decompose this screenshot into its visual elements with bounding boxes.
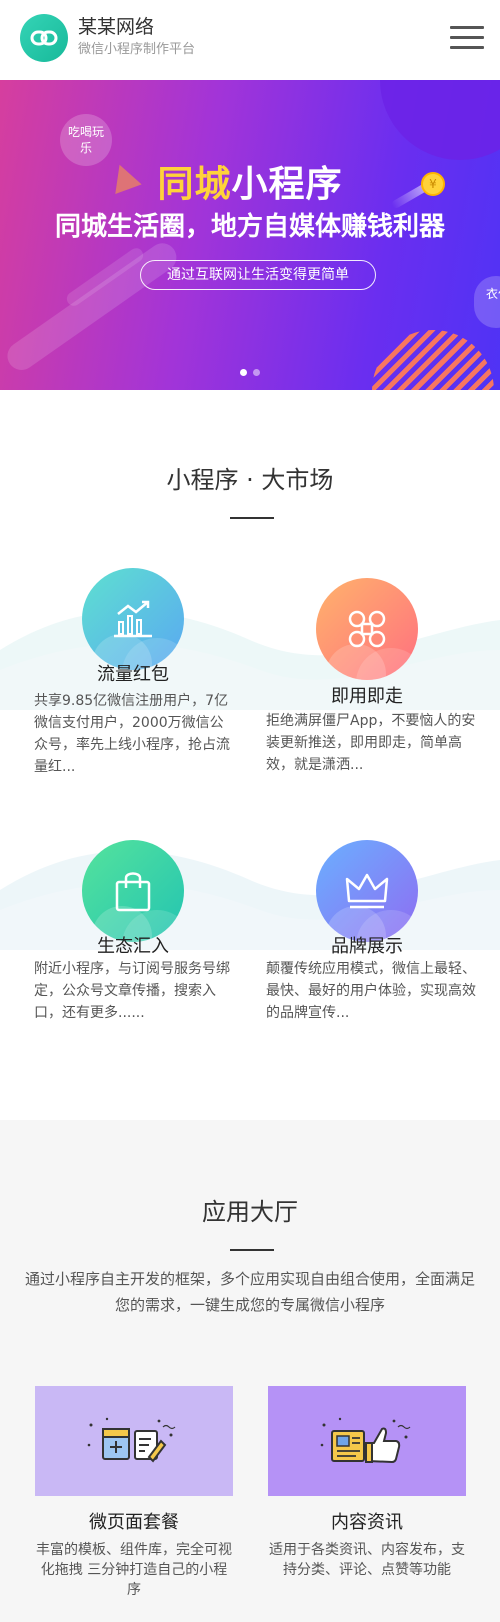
- section-title: 小程序 · 大市场: [166, 466, 334, 494]
- chart-growth-icon: [114, 600, 152, 638]
- site-header: 某某网络 微信小程序制作平台: [0, 0, 500, 80]
- bubble-right: 衣住: [474, 276, 500, 328]
- feature-icon-traffic: [82, 568, 184, 670]
- app-hall-section: 应用大厅 通过小程序自主开发的框架，多个应用实现自由组合使用，全面满足您的需求，…: [0, 1120, 500, 1622]
- section-description: 通过小程序自主开发的框架，多个应用实现自由组合使用，全面满足您的需求，一键生成您…: [24, 1270, 475, 1314]
- carousel-dot[interactable]: [253, 369, 260, 376]
- carousel-dot-active[interactable]: [240, 369, 247, 376]
- title-underline: [230, 1249, 274, 1251]
- hamburger-menu-icon[interactable]: [450, 24, 484, 52]
- feature-title: 即用即走: [331, 686, 403, 707]
- link-icon: [30, 30, 58, 46]
- brand-name: 某某网络: [78, 16, 155, 38]
- title-underline: [230, 517, 274, 519]
- carousel-dots: [240, 361, 266, 380]
- decorative-circle: [380, 80, 500, 160]
- section-title: 应用大厅: [202, 1198, 298, 1226]
- banner-subtitle: 同城生活圈，地方自媒体赚钱利器: [54, 212, 445, 242]
- app-desc: 适用于各类资讯、内容发布，支持分类、评论、点赞等功能: [269, 1542, 465, 1578]
- banner-title-rest: 小程序: [231, 164, 343, 205]
- feature-icon-instant: [316, 578, 418, 680]
- brand-subtitle: 微信小程序制作平台: [78, 42, 196, 57]
- logo[interactable]: [20, 14, 68, 62]
- feature-title: 流量红包: [97, 664, 169, 685]
- market-section: 小程序 · 大市场 流量红包 共享9.85亿微信注册用户，7亿微信支付用户，20…: [0, 390, 500, 1120]
- feature-desc: 附近小程序，与订阅号服务号绑定，公众号文章传播，搜索入口，还有更多......: [34, 961, 230, 1021]
- crown-icon: [345, 873, 389, 909]
- feature-icon-brand: [316, 840, 418, 942]
- hero-banner[interactable]: ¥ 吃喝玩乐 衣住 同城小程序 同城生活圈，地方自媒体赚钱利器 通过互联网让生活…: [0, 80, 500, 390]
- shopping-bag-icon: [115, 872, 151, 912]
- striped-circle: [372, 330, 494, 390]
- command-key-icon: [348, 610, 386, 648]
- feature-desc: 拒绝满屏僵尸App，不要恼人的安装更新推送，即用即走，简单高效，就是潇洒...: [266, 713, 476, 773]
- wave-background: [0, 851, 500, 950]
- app-card-micro-page[interactable]: [35, 1386, 233, 1496]
- feature-desc: 共享9.85亿微信注册用户，7亿微信支付用户，2000万微信公众号，率先上线小程…: [34, 693, 230, 775]
- page-edit-icon: [87, 1417, 176, 1463]
- feature-title: 品牌展示: [331, 936, 403, 957]
- banner-title: 同城小程序: [0, 155, 500, 207]
- decorative-bar: [1, 237, 182, 376]
- banner-title-highlight: 同城: [157, 164, 232, 205]
- app-card-content-news[interactable]: [268, 1386, 466, 1496]
- feature-title: 生态汇入: [97, 936, 169, 957]
- app-title: 内容资讯: [331, 1512, 403, 1533]
- app-desc: 丰富的模板、组件库，完全可视化拖拽 三分钟打造自己的小程序: [36, 1542, 232, 1598]
- news-thumbs-up-icon: [320, 1417, 411, 1464]
- banner-slogan-pill: 通过互联网让生活变得更简单: [140, 260, 376, 290]
- app-title: 微页面套餐: [89, 1512, 179, 1533]
- feature-icon-ecosystem: [82, 840, 184, 942]
- feature-desc: 颠覆传统应用模式，微信上最轻、最快、最好的用户体验，实现高效的品牌宣传...: [266, 961, 476, 1021]
